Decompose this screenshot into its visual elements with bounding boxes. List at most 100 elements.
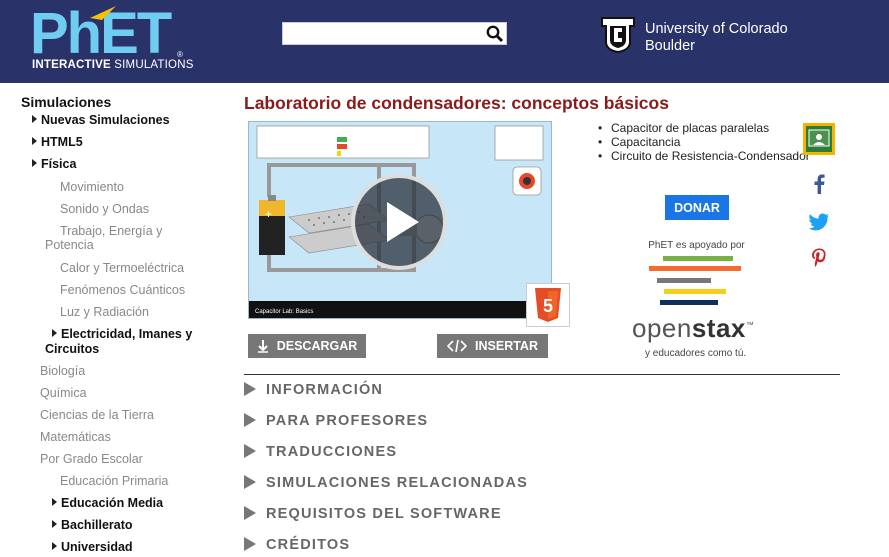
logo-sub-rest: SIMULATIONS bbox=[110, 59, 194, 71]
sidebar-item-bachillerato[interactable]: Bachillerato bbox=[52, 518, 133, 532]
search-icon bbox=[486, 25, 503, 42]
embed-label: INSERTAR bbox=[475, 339, 538, 353]
topics-list: Capacitor de placas paralelas Capacitanc… bbox=[596, 121, 810, 163]
sidebar-item-label: Electricidad, Imanes y bbox=[61, 327, 193, 341]
html5-badge: 5 bbox=[526, 283, 570, 327]
phet-logo[interactable]: PhET ® INTERACTIVE SIMULATIONS bbox=[30, 5, 193, 76]
sidebar-item-luz[interactable]: Luz y Radiación bbox=[60, 305, 149, 319]
openstax-open: open bbox=[632, 313, 692, 343]
sidebar-item-label: Universidad bbox=[61, 540, 133, 554]
html5-icon: 5 bbox=[535, 288, 561, 322]
accordion-informacion[interactable]: INFORMACIÓN bbox=[244, 382, 383, 398]
sidebar-item-trabajo[interactable]: Trabajo, Energía y bbox=[60, 224, 162, 238]
expand-arrow-icon bbox=[244, 537, 256, 551]
sidebar-item-electricidad[interactable]: Electricidad, Imanes y bbox=[52, 327, 192, 341]
sidebar-item-matematicas[interactable]: Matemáticas bbox=[40, 430, 111, 444]
cu-boulder-logo-icon[interactable] bbox=[598, 14, 638, 54]
search-input[interactable] bbox=[283, 23, 483, 44]
logo-sub-bold: INTERACTIVE bbox=[32, 59, 111, 71]
university-line2: Boulder bbox=[645, 38, 695, 54]
sidebar-item-primaria[interactable]: Educación Primaria bbox=[60, 474, 168, 488]
university-name[interactable]: University of Colorado Boulder bbox=[645, 21, 788, 55]
stripe-orange bbox=[649, 266, 741, 271]
supported-by-text: PhET es apoyado por bbox=[648, 240, 745, 251]
google-classroom-button[interactable] bbox=[803, 123, 835, 155]
accordion-label: SIMULACIONES RELACIONADAS bbox=[266, 475, 529, 491]
logo-registered: ® bbox=[177, 50, 183, 59]
sidebar-item-label: Bachillerato bbox=[61, 518, 133, 532]
classroom-icon bbox=[808, 129, 830, 147]
topic-item: Capacitancia bbox=[596, 135, 810, 149]
expand-arrow-icon bbox=[244, 382, 256, 396]
accordion-requisitos[interactable]: REQUISITOS DEL SOFTWARE bbox=[244, 506, 502, 522]
download-button[interactable]: DESCARGAR bbox=[248, 334, 366, 358]
sidebar-item-grado[interactable]: Por Grado Escolar bbox=[40, 452, 143, 466]
accordion-label: TRADUCCIONES bbox=[266, 444, 398, 460]
code-icon bbox=[447, 339, 468, 353]
topic-item: Capacitor de placas paralelas bbox=[596, 121, 810, 135]
pinterest-icon bbox=[812, 248, 826, 267]
expand-arrow-icon bbox=[52, 520, 57, 528]
sim-title: Capacitor Lab: Basics bbox=[255, 309, 314, 315]
search-button[interactable] bbox=[483, 23, 506, 44]
sidebar-item-label: Nuevas Simulaciones bbox=[41, 113, 170, 127]
sidebar-item-universidad[interactable]: Universidad bbox=[52, 540, 133, 554]
sidebar-item-electricidad-line2[interactable]: Circuitos bbox=[45, 342, 99, 356]
twitter-share-button[interactable] bbox=[808, 211, 830, 233]
sidebar-item-fisica[interactable]: Física bbox=[32, 157, 76, 171]
topic-item: Circuito de Resistencia-Condensador bbox=[596, 149, 810, 163]
accordion-relacionadas[interactable]: SIMULACIONES RELACIONADAS bbox=[244, 475, 528, 491]
accordion-label: INFORMACIÓN bbox=[266, 382, 384, 398]
expand-arrow-icon bbox=[32, 159, 37, 167]
sidebar-item-label: Física bbox=[41, 157, 77, 171]
sidebar-item-sonido[interactable]: Sonido y Ondas bbox=[60, 202, 149, 216]
stripe-gray bbox=[657, 278, 711, 283]
facebook-share-button[interactable] bbox=[808, 173, 830, 195]
sidebar-item-movimiento[interactable]: Movimiento bbox=[60, 180, 124, 194]
expand-arrow-icon bbox=[244, 475, 256, 489]
site-header: PhET ® INTERACTIVE SIMULATIONS Universit… bbox=[0, 0, 889, 83]
openstax-logo[interactable]: openstax™ bbox=[632, 313, 754, 344]
sidebar-item-biologia[interactable]: Biología bbox=[40, 364, 85, 378]
accordion-traducciones[interactable]: TRADUCCIONES bbox=[244, 444, 397, 460]
expand-arrow-icon bbox=[244, 413, 256, 427]
sidebar-item-tierra[interactable]: Ciencias de la Tierra bbox=[40, 408, 154, 422]
page-title: Laboratorio de condensadores: conceptos … bbox=[244, 93, 669, 113]
logo-plane-icon bbox=[90, 6, 116, 20]
accordion-creditos[interactable]: CRÉDITOS bbox=[244, 537, 350, 553]
sidebar-title[interactable]: Simulaciones bbox=[21, 94, 111, 110]
university-line1: University of Colorado bbox=[645, 21, 788, 37]
facebook-icon bbox=[814, 174, 825, 194]
expand-arrow-icon bbox=[52, 498, 57, 506]
embed-button[interactable]: INSERTAR bbox=[437, 334, 548, 358]
sidebar-item-cuanticos[interactable]: Fenómenos Cuánticos bbox=[60, 283, 185, 297]
accordion-label: CRÉDITOS bbox=[266, 537, 351, 553]
sidebar-item-media[interactable]: Educación Media bbox=[52, 496, 163, 510]
sidebar-item-trabajo-line2[interactable]: Potencia bbox=[45, 238, 94, 252]
twitter-icon bbox=[808, 213, 830, 231]
expand-arrow-icon bbox=[52, 329, 57, 337]
accordion-label: REQUISITOS DEL SOFTWARE bbox=[266, 506, 502, 522]
expand-arrow-icon bbox=[52, 542, 57, 550]
expand-arrow-icon bbox=[244, 444, 256, 458]
pinterest-share-button[interactable] bbox=[808, 248, 830, 270]
play-button[interactable] bbox=[351, 174, 447, 270]
search-box bbox=[282, 22, 507, 45]
sidebar-item-nuevas[interactable]: Nuevas Simulaciones bbox=[32, 113, 170, 127]
educators-text: y educadores como tú. bbox=[645, 348, 747, 359]
sidebar-item-quimica[interactable]: Química bbox=[40, 386, 87, 400]
openstax-tm: ™ bbox=[745, 320, 755, 330]
stripe-navy bbox=[660, 300, 718, 305]
accordion-profesores[interactable]: PARA PROFESORES bbox=[244, 413, 428, 429]
sidebar-item-label: HTML5 bbox=[41, 135, 83, 149]
donate-button[interactable]: DONAR bbox=[665, 195, 729, 220]
openstax-stax: stax bbox=[691, 313, 746, 343]
sidebar-item-html5[interactable]: HTML5 bbox=[32, 135, 83, 149]
sidebar-item-label: Educación Media bbox=[61, 496, 164, 510]
stripe-yellow bbox=[664, 289, 726, 294]
sidebar-item-calor[interactable]: Calor y Termoeléctrica bbox=[60, 261, 184, 275]
section-divider bbox=[244, 374, 840, 375]
play-icon bbox=[387, 202, 419, 242]
download-icon bbox=[257, 340, 268, 353]
sim-navbar: Capacitor Lab: Basics bbox=[249, 301, 551, 318]
